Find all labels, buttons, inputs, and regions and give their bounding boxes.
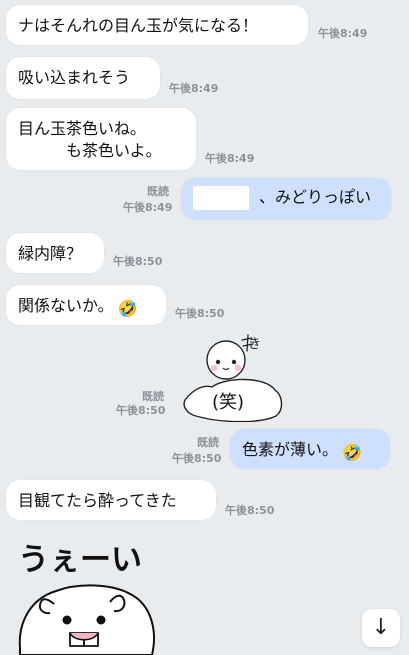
message-text-9: 目観てたら酔ってきた [18, 491, 177, 510]
message-bubble-6[interactable]: 関係ないか。 🤣 [6, 285, 166, 325]
sticker-laugh-text: (笑) [212, 392, 244, 413]
chat-thread[interactable]: ナはそんれの目ん玉が気になる！ 午後8:49 吸い込まれそう 午後8:49 目ん… [0, 0, 409, 655]
message-bubble-3[interactable]: 目ん玉茶色いね。 も茶色いよ。 [6, 108, 196, 170]
message-time-4: 午後8:49 [123, 201, 173, 214]
rolling-laughing-emoji-icon: 🤣 [342, 443, 362, 462]
message-text-2: 吸い込まれそう [18, 68, 131, 87]
message-bubble-1[interactable]: ナはそんれの目ん玉が気になる！ [6, 5, 308, 45]
message-time-5: 午後8:50 [113, 255, 163, 268]
sticker-laughing-face[interactable]: き (笑) [180, 332, 290, 422]
message-text-3-line-2: も茶色いよ。 [18, 141, 162, 160]
message-bubble-4[interactable]: 、みどりっぽい [181, 178, 391, 220]
message-time-3: 午後8:49 [205, 152, 255, 165]
message-text-1: ナはそんれの目ん玉が気になる！ [18, 16, 259, 35]
message-bubble-2[interactable]: 吸い込まれそう [6, 57, 160, 99]
sticker-mark: き [248, 337, 261, 352]
message-text-5: 緑内障？ [18, 244, 83, 263]
read-receipt-1: 既読 [147, 185, 169, 198]
scroll-to-bottom-button[interactable]: ↓ [362, 609, 400, 647]
message-time-8: 午後8:50 [172, 452, 222, 465]
arrow-down-icon: ↓ [371, 615, 391, 640]
message-text-3-line-1: 目ん玉茶色いね。 [18, 119, 147, 138]
message-text-6: 関係ないか。 [18, 296, 114, 315]
message-text-4: 、みどりっぽい [259, 187, 372, 207]
message-bubble-9[interactable]: 目観てたら酔ってきた [6, 480, 216, 520]
read-receipt-2: 既読 [142, 390, 164, 403]
sticker-cheers[interactable]: うぇーい [0, 525, 220, 655]
sticker-cheers-text: うぇーい [18, 542, 142, 578]
read-receipt-3: 既読 [197, 436, 219, 449]
message-time-1: 午後8:49 [318, 27, 368, 40]
message-time-6: 午後8:50 [175, 307, 225, 320]
message-text-8: 色素が薄い。 [242, 440, 339, 459]
redaction-mask [193, 186, 249, 210]
message-bubble-5[interactable]: 緑内障？ [6, 233, 104, 273]
message-time-7: 午後8:50 [116, 404, 166, 417]
rolling-laughing-emoji-icon: 🤣 [117, 299, 138, 318]
message-bubble-8[interactable]: 色素が薄い。 🤣 [230, 429, 390, 469]
message-time-2: 午後8:49 [169, 82, 219, 95]
message-time-9: 午後8:50 [225, 504, 275, 517]
